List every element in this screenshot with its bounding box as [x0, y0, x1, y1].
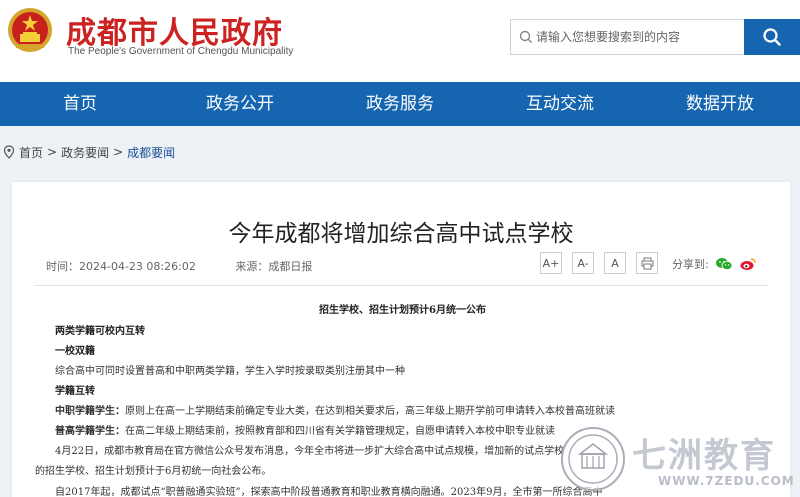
article-paragraph: 两类学籍可校内互转 [55, 326, 145, 337]
watermark-brand: 七洲教育 [632, 436, 776, 476]
meta-divider [34, 285, 768, 286]
article-paragraph: 自2017年起，成都试点“职普融通实验班”，探索高中阶段普通教育和职业教育横向融… [55, 487, 603, 497]
breadcrumb-news[interactable]: 政务要闻 [61, 144, 109, 161]
article-meta: 时间：2024-04-23 08:26:02 来源：成都日报 [46, 258, 312, 274]
nav-item-government-services[interactable]: 政务服务 [320, 82, 480, 126]
nav-item-open-data[interactable]: 数据开放 [640, 82, 800, 126]
paragraph-lead: 普高学籍学生： [55, 426, 125, 437]
paragraph-lead: 中职学籍学生： [55, 406, 125, 417]
breadcrumb-separator: > [113, 145, 124, 159]
article-paragraph: 4月22日，成都市教育局在官方微信公众号发布消息，今年全市将进一步扩大综合高中试… [55, 446, 565, 457]
print-icon [641, 257, 653, 269]
watermark-url: WWW.7ZEDU.COM [658, 474, 795, 488]
article-paragraph: 中职学籍学生：原则上在高一上学期结束前确定专业大类，在达到相关要求后，高三年级上… [55, 402, 615, 417]
article-tools: A+ A- A [540, 252, 668, 274]
article-paragraph: 招生学校、招生计划预计6月统一公布 [319, 305, 486, 316]
nav-item-interaction[interactable]: 互动交流 [480, 82, 640, 126]
breadcrumb-home[interactable]: 首页 [19, 144, 43, 161]
article-paragraph: 的招生学校、招生计划预计于6月初统一向社会公布。 [35, 466, 272, 477]
national-emblem-icon[interactable] [6, 6, 54, 54]
share-label: 分享到: [672, 258, 709, 271]
article-title: 今年成都将增加综合高中试点学校 [228, 221, 574, 247]
watermark: 七洲教育 WWW.7ZEDU.COM [560, 424, 800, 497]
main-nav: 首页 政务公开 政务服务 互动交流 数据开放 [0, 82, 800, 126]
breadcrumb: 首页 > 政务要闻 > 成都要闻 [0, 140, 175, 164]
site-header: 成都市人民政府 The People's Government of Cheng… [0, 0, 800, 82]
breadcrumb-current[interactable]: 成都要闻 [127, 144, 175, 161]
paragraph-text: 在高二年级上期结束前，按照教育部和四川省有关学籍管理规定，自愿申请转入本校中职专… [125, 426, 555, 437]
site-subtitle: The People's Government of Chengdu Munic… [68, 46, 294, 57]
nav-item-government-affairs-disclosure[interactable]: 政务公开 [160, 82, 320, 126]
search-icon [763, 28, 781, 46]
search-field-icon [519, 30, 532, 43]
weibo-icon[interactable] [739, 257, 757, 271]
article-source: 来源：成都日报 [235, 260, 313, 273]
search-box [510, 19, 800, 55]
article-paragraph: 一校双籍 [55, 346, 95, 357]
breadcrumb-separator: > [47, 145, 58, 159]
nav-item-home[interactable]: 首页 [0, 82, 160, 126]
paragraph-text: 原则上在高一上学期结束前确定专业大类，在达到相关要求后，高三年级上期开学前可申请… [125, 406, 615, 417]
article-paragraph: 学籍互转 [55, 386, 95, 397]
print-button[interactable] [636, 252, 658, 274]
search-button[interactable] [744, 19, 800, 55]
share-bar: 分享到: [672, 256, 757, 272]
wechat-icon[interactable] [715, 257, 733, 271]
font-decrease-button[interactable]: A- [572, 252, 594, 274]
font-increase-button[interactable]: A+ [540, 252, 562, 274]
publish-time: 时间：2024-04-23 08:26:02 [46, 260, 196, 273]
school-seal-icon [561, 427, 625, 491]
location-pin-icon [3, 145, 15, 159]
article-paragraph: 普高学籍学生：在高二年级上期结束前，按照教育部和四川省有关学籍管理规定，自愿申请… [55, 422, 555, 437]
article-paragraph: 综合高中可同时设置普高和中职两类学籍，学生入学时按录取类别注册其中一种 [55, 366, 405, 377]
font-reset-button[interactable]: A [604, 252, 626, 274]
search-input[interactable] [536, 21, 744, 53]
